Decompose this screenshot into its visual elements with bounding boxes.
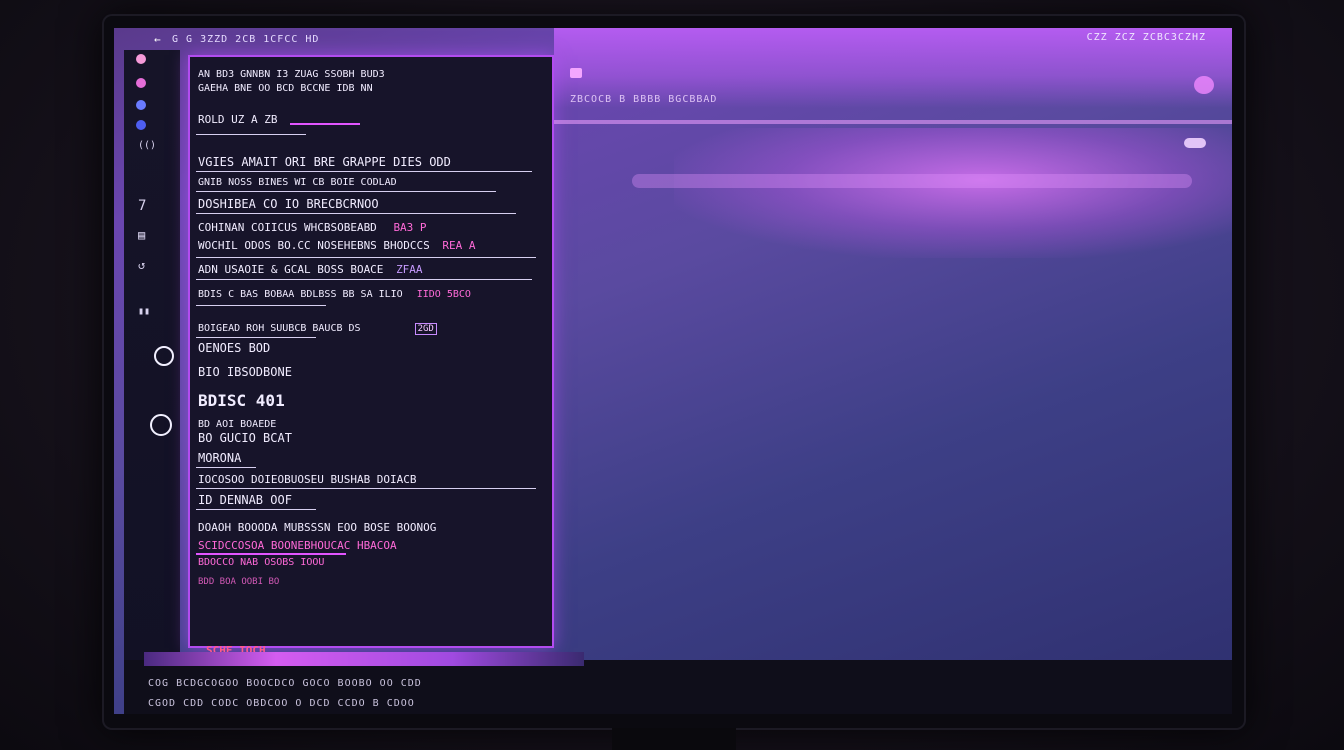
- list-item[interactable]: DOSHIBEA CO IO BRECBCRNOO: [198, 197, 379, 211]
- toggle-icon[interactable]: [1184, 138, 1206, 148]
- highlight-underline: [196, 553, 346, 555]
- list-item[interactable]: SCIDCCOSOA BOONEBHOUCAC HBACOA: [198, 539, 397, 552]
- section-heading: BDISC 401: [198, 391, 285, 410]
- sidebar: (() 7 ▤ ↺ ▮▮: [124, 50, 180, 690]
- screen: ← G G 3ZZD 2CB 1CFCC HD CZZ ZCZ ZCBC3CZH…: [114, 28, 1232, 714]
- list-item-text: WOCHIL ODOS BO.CC NOSEHEBNS BHODCCS: [198, 239, 430, 252]
- list-item[interactable]: BIO IBSODBONE: [198, 365, 292, 379]
- list-item[interactable]: GNIB NOSS BINES WI CB BOIE CODLAD: [198, 177, 397, 188]
- list-item-tag: BA3 P: [393, 221, 427, 234]
- panel-row: GAEHA BNE OO BCD BCCNE IDB NN: [198, 83, 373, 94]
- list-item-tag: IIDO 5BCO: [416, 289, 471, 300]
- taskbar-highlight: [144, 652, 584, 666]
- taskbar-row[interactable]: COG BCDGCOGOO BOOCDCO GOCO BOOBO OO CDD: [148, 678, 422, 689]
- monitor-stand: [612, 728, 736, 750]
- file-panel: AN BD3 GNNBN I3 ZUAG SSOBH BUD3 GAEHA BN…: [188, 55, 554, 657]
- sidebar-item-label[interactable]: ▮▮: [138, 306, 150, 317]
- list-item-text: BOIGEAD ROH SUUBCB BAUCB DS: [198, 323, 361, 334]
- taskbar-row[interactable]: CGOD CDD CODC OBDCOO O DCD CCDO B CDOO: [148, 698, 415, 709]
- divider: [196, 488, 536, 489]
- circle-button-icon[interactable]: [154, 346, 174, 366]
- status-dot-icon[interactable]: [1194, 76, 1214, 94]
- top-right-status: CZZ ZCZ ZCBC3CZHZ: [1086, 32, 1206, 43]
- list-item[interactable]: ADN USAOIE & GCAL BOSS BOACE ZFAA: [198, 263, 423, 276]
- list-item-text: ADN USAOIE & GCAL BOSS BOACE: [198, 263, 384, 276]
- right-pane-title: ZBCOCB B BBBB BGCBBAD: [570, 94, 718, 105]
- panel-row: AN BD3 GNNBN I3 ZUAG SSOBH BUD3: [198, 69, 385, 80]
- divider: [196, 509, 316, 510]
- divider: [196, 171, 532, 172]
- list-item-badge: 2GD: [414, 323, 437, 335]
- list-item-text: BDIS C BAS BOBAA BDLBSS BB SA ILIO: [198, 289, 403, 300]
- selection-underline: [290, 123, 360, 125]
- list-item[interactable]: BDIS C BAS BOBAA BDLBSS BB SA ILIO IIDO …: [198, 289, 471, 300]
- divider: [196, 191, 496, 192]
- list-item[interactable]: VGIES AMAIT ORI BRE GRAPPE DIES ODD: [198, 155, 451, 169]
- folder-icon[interactable]: ▤: [138, 228, 145, 242]
- list-item[interactable]: COHINAN COIICUS WHCBSOBEABD BA3 P: [198, 221, 427, 234]
- list-item[interactable]: OENOES BOD: [198, 341, 270, 355]
- tab-chip-icon[interactable]: [570, 68, 582, 78]
- dot-icon[interactable]: [136, 78, 146, 88]
- list-item[interactable]: BOIGEAD ROH SUUBCB BAUCB DS 2GD: [198, 323, 437, 335]
- sidebar-item-number[interactable]: 7: [138, 198, 146, 214]
- right-pane-divider: [554, 120, 1232, 124]
- divider: [196, 257, 536, 258]
- list-item[interactable]: BD AOI BOAEDE: [198, 419, 276, 430]
- history-icon[interactable]: ↺: [138, 258, 145, 272]
- list-item[interactable]: ID DENNAB OOF: [198, 493, 292, 507]
- back-arrow-icon[interactable]: ←: [154, 33, 166, 46]
- sidebar-item-icon[interactable]: ((): [138, 140, 156, 151]
- circle-button-icon[interactable]: [150, 414, 172, 436]
- list-item-tag: REA A: [442, 239, 476, 252]
- panel-row[interactable]: ROLD UZ A ZB: [198, 113, 277, 126]
- list-item[interactable]: DOAOH BOOODA MUBSSSN EOO BOSE BOONOG: [198, 521, 436, 534]
- divider: [196, 305, 326, 306]
- list-item[interactable]: BDD BOA OOBI BO: [198, 577, 279, 587]
- list-item[interactable]: WOCHIL ODOS BO.CC NOSEHEBNS BHODCCS REA …: [198, 239, 476, 252]
- list-item[interactable]: IOCOSOO DOIEOBUOSEU BUSHAB DOIACB: [198, 473, 417, 486]
- record-dot-icon[interactable]: [136, 54, 146, 64]
- divider: [196, 467, 256, 468]
- list-item[interactable]: BO GUCIO BCAT: [198, 431, 292, 445]
- divider: [196, 337, 316, 338]
- divider: [196, 213, 516, 214]
- list-item-badge: ZFAA: [396, 263, 423, 276]
- top-bar: ← G G 3ZZD 2CB 1CFCC HD CZZ ZCZ ZCBC3CZH…: [114, 28, 1232, 50]
- list-item[interactable]: MORONA: [198, 451, 241, 465]
- dot-icon[interactable]: [136, 100, 146, 110]
- window-title: G G 3ZZD 2CB 1CFCC HD: [172, 33, 320, 45]
- right-pane-bar: [632, 174, 1192, 188]
- list-item-text: COHINAN COIICUS WHCBSOBEABD: [198, 221, 377, 234]
- divider: [196, 134, 306, 135]
- dot-icon[interactable]: [136, 120, 146, 130]
- list-item[interactable]: BDOCCO NAB OSOBS IOOU: [198, 557, 324, 568]
- divider: [196, 279, 532, 280]
- center-glow: [674, 128, 1232, 258]
